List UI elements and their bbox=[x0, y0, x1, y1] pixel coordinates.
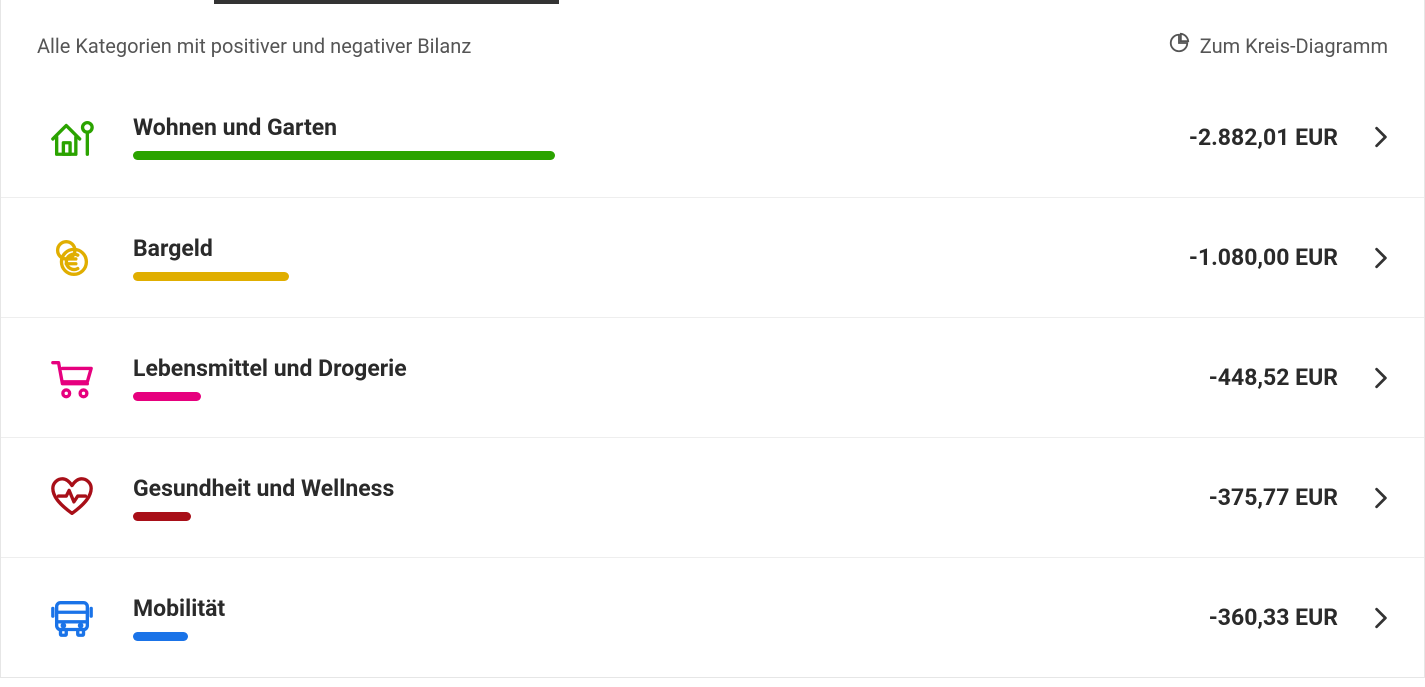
category-content: Lebensmittel und Drogerie bbox=[109, 355, 1138, 401]
category-bar-fill bbox=[133, 392, 201, 401]
category-row-wohnen[interactable]: Wohnen und Garten -2.882,01 EUR bbox=[1, 77, 1424, 197]
category-amount: -2.882,01 EUR bbox=[1138, 124, 1338, 151]
category-bar-fill bbox=[133, 151, 555, 160]
panel-header: Alle Kategorien mit positiver und negati… bbox=[1, 4, 1424, 77]
heart-health-icon bbox=[49, 475, 109, 521]
category-label: Mobilität bbox=[133, 595, 1138, 622]
category-row-bargeld[interactable]: Bargeld -1.080,00 EUR bbox=[1, 197, 1424, 317]
pie-chart-icon bbox=[1168, 32, 1190, 59]
category-label: Bargeld bbox=[133, 235, 1138, 262]
category-bar bbox=[133, 512, 1138, 521]
chevron-right-icon bbox=[1338, 367, 1388, 389]
category-content: Mobilität bbox=[109, 595, 1138, 641]
category-bar bbox=[133, 632, 1138, 641]
category-label: Lebensmittel und Drogerie bbox=[133, 355, 1138, 382]
chevron-right-icon bbox=[1338, 487, 1388, 509]
category-bar bbox=[133, 272, 1138, 281]
category-bar bbox=[133, 392, 1138, 401]
category-content: Wohnen und Garten bbox=[109, 114, 1138, 160]
category-row-mobilitaet[interactable]: Mobilität -360,33 EUR bbox=[1, 557, 1424, 677]
category-bar-fill bbox=[133, 512, 191, 521]
category-amount: -360,33 EUR bbox=[1138, 604, 1338, 631]
category-bar bbox=[133, 151, 1138, 160]
categories-panel: Alle Kategorien mit positiver und negati… bbox=[0, 0, 1425, 678]
chevron-right-icon bbox=[1338, 126, 1388, 148]
category-content: Bargeld bbox=[109, 235, 1138, 281]
active-tab-indicator bbox=[1, 0, 1424, 4]
bus-mobility-icon bbox=[49, 595, 109, 641]
pie-chart-link-label: Zum Kreis-Diagramm bbox=[1200, 34, 1388, 58]
category-content: Gesundheit und Wellness bbox=[109, 475, 1138, 521]
category-amount: -448,52 EUR bbox=[1138, 364, 1338, 391]
chevron-right-icon bbox=[1338, 247, 1388, 269]
category-amount: -1.080,00 EUR bbox=[1138, 244, 1338, 271]
category-list: Wohnen und Garten -2.882,01 EUR bbox=[1, 77, 1424, 677]
category-bar-fill bbox=[133, 632, 188, 641]
shopping-cart-icon bbox=[49, 355, 109, 401]
category-row-lebensmittel[interactable]: Lebensmittel und Drogerie -448,52 EUR bbox=[1, 317, 1424, 437]
category-amount: -375,77 EUR bbox=[1138, 484, 1338, 511]
pie-chart-link[interactable]: Zum Kreis-Diagramm bbox=[1168, 32, 1388, 59]
category-label: Wohnen und Garten bbox=[133, 114, 1138, 141]
category-row-gesundheit[interactable]: Gesundheit und Wellness -375,77 EUR bbox=[1, 437, 1424, 557]
category-label: Gesundheit und Wellness bbox=[133, 475, 1138, 502]
cash-euro-icon bbox=[49, 235, 109, 281]
category-bar-fill bbox=[133, 272, 289, 281]
house-garden-icon bbox=[49, 114, 109, 160]
panel-title: Alle Kategorien mit positiver und negati… bbox=[37, 34, 471, 58]
chevron-right-icon bbox=[1338, 607, 1388, 629]
